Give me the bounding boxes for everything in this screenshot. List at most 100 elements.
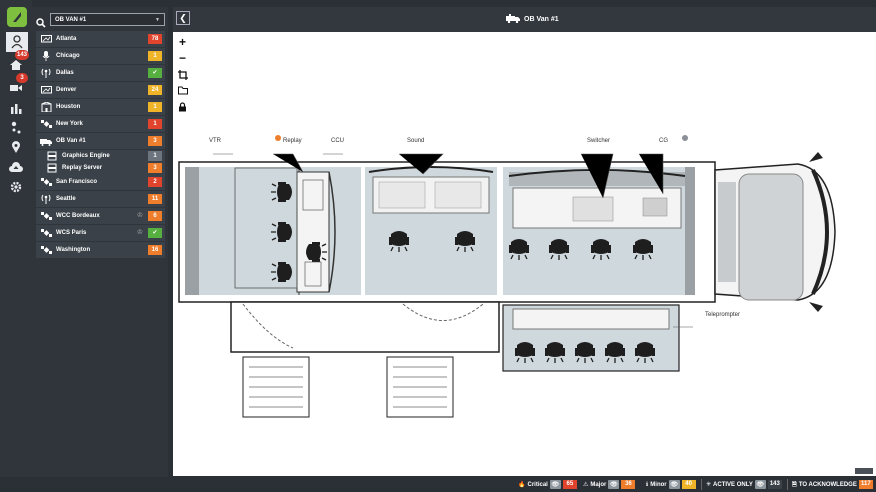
site-list: Atlanta 78 Chicago 1 Dallas ✔ Denver 24 Houston 1… <box>36 31 165 259</box>
site-item[interactable]: New York 1 <box>36 116 165 132</box>
satellite-icon <box>40 245 52 255</box>
site-name: Washington <box>56 247 91 253</box>
cloud-upload-icon[interactable] <box>4 157 28 177</box>
home-icon[interactable]: 143 <box>4 50 29 75</box>
label-switcher: Switcher <box>587 138 611 144</box>
map-pin-icon[interactable] <box>4 137 28 157</box>
site-alarm-count: 11 <box>148 194 162 204</box>
site-item[interactable]: Chicago 1 <box>36 48 165 64</box>
site-name: San Francisco <box>56 179 98 185</box>
to-acknowledge-label: TO ACKNOWLEDGE <box>798 481 857 488</box>
site-alarm-count: 78 <box>148 34 162 44</box>
site-name: WCC Bordeaux <box>56 213 100 219</box>
site-item[interactable]: Denver 24 <box>36 82 165 98</box>
antenna-icon <box>40 68 52 78</box>
map-toolbar: + − <box>177 36 189 117</box>
info-icon: ℹ <box>646 482 649 488</box>
site-alarm-count: ✔ <box>148 228 162 238</box>
version-tag <box>855 468 873 474</box>
status-divider <box>787 479 788 490</box>
site-item[interactable]: Atlanta 78 <box>36 31 165 47</box>
site-name: Chicago <box>56 53 80 59</box>
document-icon: 🗎 <box>792 481 797 488</box>
label-vtr: VTR <box>209 138 221 144</box>
collapse-panel-button[interactable]: ❮ <box>176 11 190 25</box>
site-name: Dallas <box>56 70 74 76</box>
eye-icon[interactable]: 👁 <box>668 480 680 489</box>
to-acknowledge-filter[interactable]: 🗎 TO ACKNOWLEDGE 117 <box>792 479 873 490</box>
crop-icon[interactable] <box>177 69 188 80</box>
site-item[interactable]: WCS Paris ♔ ✔ <box>36 225 165 241</box>
active-only-label: ACTIVE ONLY <box>713 481 753 488</box>
site-name: Graphics Engine <box>62 153 110 159</box>
site-item[interactable]: OB Van #1 3 <box>36 133 165 149</box>
site-item[interactable]: WCC Bordeaux ♔ 6 <box>36 208 165 224</box>
lock-icon[interactable] <box>177 101 188 112</box>
fire-icon: 🔥 <box>518 482 526 488</box>
replay-status-dot[interactable] <box>275 135 281 141</box>
view-header: ❮ OB Van #1 <box>173 7 876 32</box>
site-name: New York <box>56 121 83 127</box>
active-only-filter[interactable]: ✳ ACTIVE ONLY 👁 143 <box>706 479 782 490</box>
major-filter[interactable]: ⚠ Major 👁 36 <box>583 479 636 490</box>
label-teleprompter: Teleprompter <box>705 312 741 318</box>
site-name: Replay Server <box>62 165 103 171</box>
active-only-count: 143 <box>767 480 782 489</box>
site-item[interactable]: Houston 1 <box>36 99 165 115</box>
hierarchy-icon[interactable] <box>4 117 28 137</box>
site-alarm-count: 3 <box>148 136 162 146</box>
critical-count: 65 <box>562 480 577 489</box>
icon-rail: 143 3 ≡ <box>0 0 32 492</box>
site-subitem[interactable]: Replay Server 3 <box>36 162 165 174</box>
critical-filter[interactable]: 🔥 Critical 👁 65 <box>518 479 577 490</box>
satellite-icon <box>40 119 52 129</box>
notifications-badge: 143 <box>14 50 29 60</box>
site-item[interactable]: Washington 16 <box>36 242 165 258</box>
satellite-icon <box>40 228 52 238</box>
view-title: OB Van #1 <box>506 14 559 25</box>
status-bar: 🔥 Critical 👁 65 ⚠ Major 👁 36 ℹ Minor 👁 4… <box>0 477 876 492</box>
site-item[interactable]: San Francisco 2 <box>36 174 165 190</box>
folder-icon[interactable] <box>177 85 188 96</box>
antenna-icon <box>40 194 52 204</box>
site-name: WCS Paris <box>56 230 87 236</box>
search-icon[interactable] <box>36 15 46 28</box>
eye-icon[interactable]: 👁 <box>754 480 766 489</box>
video-camera-icon[interactable]: 3 <box>4 73 28 98</box>
eye-icon[interactable]: 👁 <box>549 480 561 489</box>
app-logo[interactable] <box>7 7 27 27</box>
server-icon <box>46 151 58 161</box>
van-icon <box>40 136 52 146</box>
site-item[interactable]: Dallas ✔ <box>36 65 165 81</box>
satellite-icon <box>40 211 52 221</box>
site-alarm-count: 2 <box>148 177 162 187</box>
site-alarm-count: 1 <box>148 102 162 112</box>
major-count: 36 <box>621 480 636 489</box>
site-alarm-count: 16 <box>148 245 162 255</box>
label-cg: CG <box>659 138 668 144</box>
app-root: 143 3 ≡ OB VAN #1 ▼ <box>0 0 876 492</box>
crown-icon: ♔ <box>136 229 143 236</box>
site-item[interactable]: Seattle 11 <box>36 191 165 207</box>
van-icon <box>506 14 520 25</box>
server-icon <box>46 163 58 173</box>
minor-filter[interactable]: ℹ Minor 👁 40 <box>646 479 696 490</box>
warning-icon: ⚠ <box>583 482 589 488</box>
site-select-value: OB VAN #1 <box>55 16 87 23</box>
site-select[interactable]: OB VAN #1 ▼ <box>50 13 165 26</box>
site-alarm-count: 3 <box>148 163 162 173</box>
user-icon[interactable] <box>6 32 28 52</box>
site-alarm-count: ✔ <box>148 68 162 78</box>
site-name: Seattle <box>56 196 76 202</box>
eye-icon[interactable]: 👁 <box>608 480 620 489</box>
critical-label: Critical <box>527 481 548 488</box>
zoom-out-button[interactable]: − <box>177 52 188 64</box>
bar-chart-icon[interactable] <box>4 98 28 118</box>
gear-icon[interactable] <box>4 177 28 197</box>
to-acknowledge-count: 117 <box>858 480 873 489</box>
cg-status-dot[interactable] <box>682 135 688 141</box>
zoom-in-button[interactable]: + <box>177 36 188 48</box>
site-alarm-count: 6 <box>148 211 162 221</box>
site-subitem[interactable]: Graphics Engine 1 <box>36 150 165 162</box>
microphone-icon <box>40 51 52 61</box>
